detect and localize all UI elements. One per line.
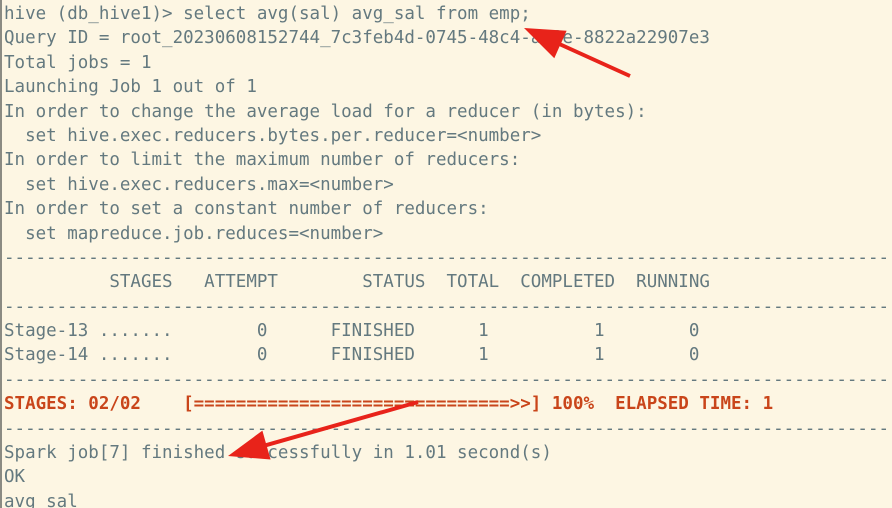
column-header: avg_sal (4, 491, 78, 508)
ok-status: OK (4, 467, 26, 488)
launching-job: Launching Job 1 out of 1 (4, 77, 257, 98)
prompt-command: hive (db_hive1)> select avg(sal) avg_sal… (4, 4, 531, 24)
total-jobs: Total jobs = 1 (4, 52, 152, 73)
hint-constant: In order to set a constant number of red… (4, 199, 489, 220)
stage-13-row: Stage-13 ....... 0 FINISHED 1 1 0 (4, 321, 700, 342)
hint-limit-max: In order to limit the maximum number of … (4, 150, 521, 171)
hint-mapreduce: set mapreduce.job.reduces=<number> (4, 223, 384, 244)
terminal-window[interactable]: hive (db_hive1)> select avg(sal) avg_sal… (0, 0, 892, 508)
divider-top: ----------------------------------------… (4, 247, 892, 268)
stages-progress: STAGES: 02/02 [=========================… (4, 394, 774, 415)
divider-progress: ----------------------------------------… (4, 418, 892, 439)
hint-avg-load: In order to change the average load for … (4, 101, 647, 122)
query-id: Query ID = root_20230608152744_7c3feb4d-… (4, 28, 710, 49)
hint-reducers-max: set hive.exec.reducers.max=<number> (4, 174, 394, 195)
table-header: STAGES ATTEMPT STATUS TOTAL COMPLETED RU… (4, 272, 710, 293)
stage-14-row: Stage-14 ....... 0 FINISHED 1 1 0 (4, 345, 700, 366)
divider-bottom: ----------------------------------------… (4, 369, 892, 390)
terminal-output-area[interactable]: hive (db_hive1)> select avg(sal) avg_sal… (4, 2, 892, 508)
terminal-left-border (0, 0, 2, 508)
spark-finished: Spark job[7] finished successfully in 1.… (4, 443, 552, 464)
divider-header: ----------------------------------------… (4, 296, 892, 317)
hint-bytes-per: set hive.exec.reducers.bytes.per.reducer… (4, 125, 542, 146)
